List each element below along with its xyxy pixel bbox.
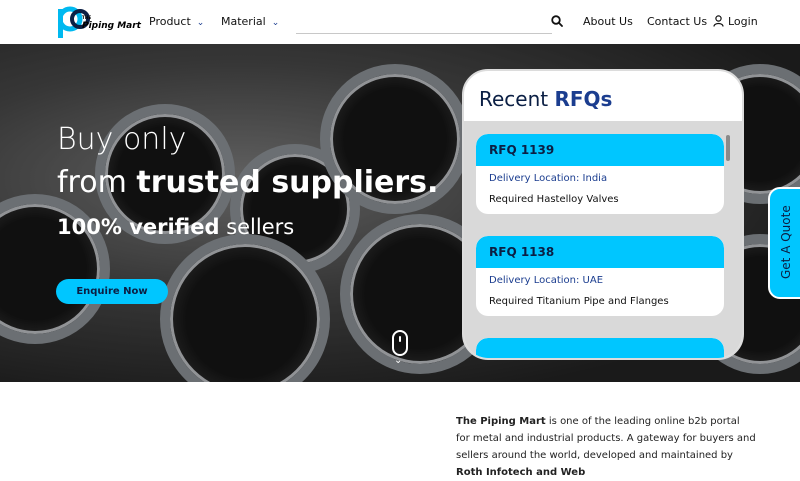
- nav-login[interactable]: Login: [728, 15, 758, 28]
- site-header: THE Piping Mart Product ⌄ Material ⌄ About…: [0, 0, 800, 44]
- rfq-location: Delivery Location: India: [489, 173, 607, 184]
- rfq-title-bold: RFQs: [554, 87, 613, 111]
- rfq-title-text: Recent: [479, 87, 555, 111]
- nav-about[interactable]: About Us: [583, 15, 633, 28]
- rfq-item[interactable]: [476, 338, 724, 358]
- enquire-now-button[interactable]: Enquire Now: [56, 279, 168, 304]
- nav-product[interactable]: Product ⌄: [149, 15, 204, 28]
- scroll-mouse-icon[interactable]: [392, 330, 408, 356]
- rfq-id: RFQ 1139: [489, 143, 555, 157]
- nav-product-label: Product: [149, 15, 191, 28]
- about-brand: The Piping Mart: [456, 416, 546, 427]
- rfq-scrollbar[interactable]: [726, 135, 730, 161]
- get-a-quote-tab[interactable]: Get A Quote: [768, 187, 800, 299]
- logo[interactable]: THE Piping Mart: [58, 6, 141, 38]
- logo-text: Piping Mart: [82, 21, 141, 31]
- rfq-location-value: India: [582, 173, 608, 184]
- rfq-id: RFQ 1138: [489, 245, 555, 259]
- rfq-item-header: RFQ 1139: [476, 134, 724, 166]
- hero-heading-line2: from trusted suppliers.: [57, 165, 438, 200]
- hero-heading-line2-bold: trusted suppliers.: [136, 165, 439, 200]
- nav-material-label: Material: [221, 15, 266, 28]
- hero-heading-line2-text: from: [57, 165, 137, 200]
- rfq-requirement: Required Titanium Pipe and Flanges: [489, 296, 669, 307]
- hero-subheading: 100% verified sellers: [57, 215, 294, 239]
- rfq-item-header: RFQ 1138: [476, 236, 724, 268]
- chevron-down-icon: ⌄: [196, 18, 205, 28]
- rfq-list[interactable]: RFQ 1139 Delivery Location: India Requir…: [464, 121, 742, 358]
- chevron-down-icon: ⌄: [394, 355, 403, 366]
- search-input[interactable]: [296, 8, 552, 34]
- rfq-requirement: Required Hastelloy Valves: [489, 194, 619, 205]
- logo-text-small: THE: [82, 15, 92, 20]
- nav-material[interactable]: Material ⌄: [221, 15, 279, 28]
- chevron-down-icon: ⌄: [271, 18, 280, 28]
- search-icon[interactable]: [551, 15, 563, 27]
- rfq-item[interactable]: RFQ 1139 Delivery Location: India Requir…: [476, 134, 724, 214]
- get-a-quote-label: Get A Quote: [779, 205, 793, 279]
- rfq-panel-title: Recent RFQs: [479, 87, 612, 111]
- rfq-item-header: [476, 338, 724, 358]
- rfq-location-label: Delivery Location:: [489, 275, 583, 286]
- hero-heading-line1: Buy only: [57, 122, 187, 157]
- about-paragraph: The Piping Mart is one of the leading on…: [456, 413, 756, 481]
- rfq-item[interactable]: RFQ 1138 Delivery Location: UAE Required…: [476, 236, 724, 316]
- hero-subheading-text: sellers: [219, 215, 295, 239]
- rfq-location-label: Delivery Location:: [489, 173, 583, 184]
- recent-rfqs-panel: Recent RFQs RFQ 1139 Delivery Location: …: [462, 69, 744, 360]
- rfq-location-value: UAE: [582, 275, 604, 286]
- nav-contact[interactable]: Contact Us: [647, 15, 707, 28]
- about-developer: Roth Infotech and Web: [456, 467, 586, 478]
- hero-subheading-bold: 100% verified: [57, 215, 220, 239]
- user-icon[interactable]: [713, 15, 724, 27]
- rfq-location: Delivery Location: UAE: [489, 275, 603, 286]
